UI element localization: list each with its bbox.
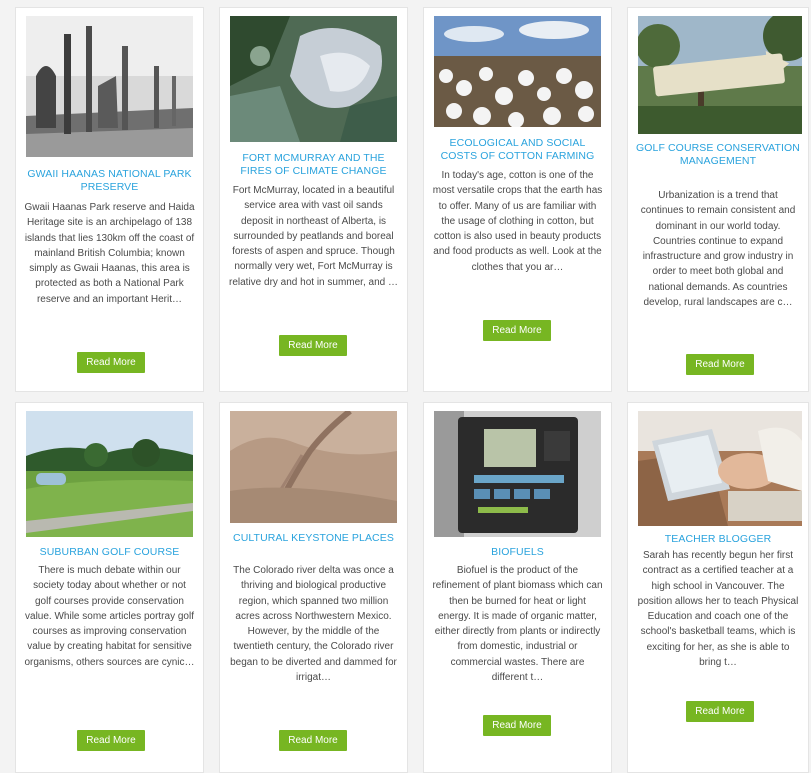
- post-excerpt: Urbanization is a trend that continues t…: [640, 190, 796, 309]
- post-card: SUBURBAN GOLF COURSE There is much debat…: [15, 402, 204, 773]
- post-card: GOLF COURSE CONSERVATION MANAGEMENT Urba…: [627, 7, 809, 392]
- read-more-button[interactable]: Read More: [279, 335, 347, 356]
- post-excerpt: Biofuel is the product of the refinement…: [432, 565, 603, 684]
- post-card: TEACHER BLOGGER Sarah has recently begun…: [627, 402, 809, 773]
- post-title[interactable]: TEACHER BLOGGER: [634, 533, 802, 546]
- post-card: BIOFUELS Biofuel is the product of the r…: [423, 402, 612, 773]
- post-title[interactable]: FORT MCMURRAY AND THE FIRES OF CLIMATE C…: [226, 152, 401, 178]
- post-excerpt: There is much debate within our society …: [24, 565, 195, 668]
- read-more-button[interactable]: Read More: [279, 730, 347, 751]
- read-more-button[interactable]: Read More: [483, 320, 551, 341]
- post-image[interactable]: [26, 411, 193, 537]
- post-image[interactable]: [638, 411, 802, 526]
- post-title[interactable]: CULTURAL KEYSTONE PLACES: [226, 532, 401, 545]
- post-image[interactable]: [230, 16, 397, 142]
- post-title[interactable]: GWAII HAANAS NATIONAL PARK PRESERVE: [22, 168, 197, 194]
- post-excerpt: The Colorado river delta was once a thri…: [230, 565, 397, 684]
- read-more-button[interactable]: Read More: [77, 730, 145, 751]
- post-image[interactable]: [26, 16, 193, 157]
- post-title[interactable]: ECOLOGICAL AND SOCIAL COSTS OF COTTON FA…: [430, 137, 605, 163]
- read-more-button[interactable]: Read More: [77, 352, 145, 373]
- blog-post-grid: GWAII HAANAS NATIONAL PARK PRESERVE Gwai…: [0, 0, 811, 773]
- post-image[interactable]: [434, 16, 601, 127]
- post-excerpt: In today's age, cotton is one of the mos…: [432, 170, 603, 273]
- post-excerpt: Sarah has recently begun her first contr…: [637, 550, 799, 669]
- post-title[interactable]: BIOFUELS: [430, 546, 605, 559]
- post-image[interactable]: [434, 411, 601, 537]
- post-image[interactable]: [638, 16, 802, 134]
- post-card: ECOLOGICAL AND SOCIAL COSTS OF COTTON FA…: [423, 7, 612, 392]
- read-more-button[interactable]: Read More: [686, 701, 754, 722]
- post-excerpt: Gwaii Haanas Park reserve and Haida Heri…: [24, 202, 195, 305]
- read-more-button[interactable]: Read More: [686, 354, 754, 375]
- post-title[interactable]: SUBURBAN GOLF COURSE: [22, 546, 197, 559]
- post-excerpt: Fort McMurray, located in a beautiful se…: [229, 185, 398, 288]
- read-more-button[interactable]: Read More: [483, 715, 551, 736]
- post-card: CULTURAL KEYSTONE PLACES The Colorado ri…: [219, 402, 408, 773]
- post-image[interactable]: [230, 411, 397, 523]
- post-title[interactable]: GOLF COURSE CONSERVATION MANAGEMENT: [634, 142, 802, 168]
- post-card: GWAII HAANAS NATIONAL PARK PRESERVE Gwai…: [15, 7, 204, 392]
- post-card: FORT MCMURRAY AND THE FIRES OF CLIMATE C…: [219, 7, 408, 392]
